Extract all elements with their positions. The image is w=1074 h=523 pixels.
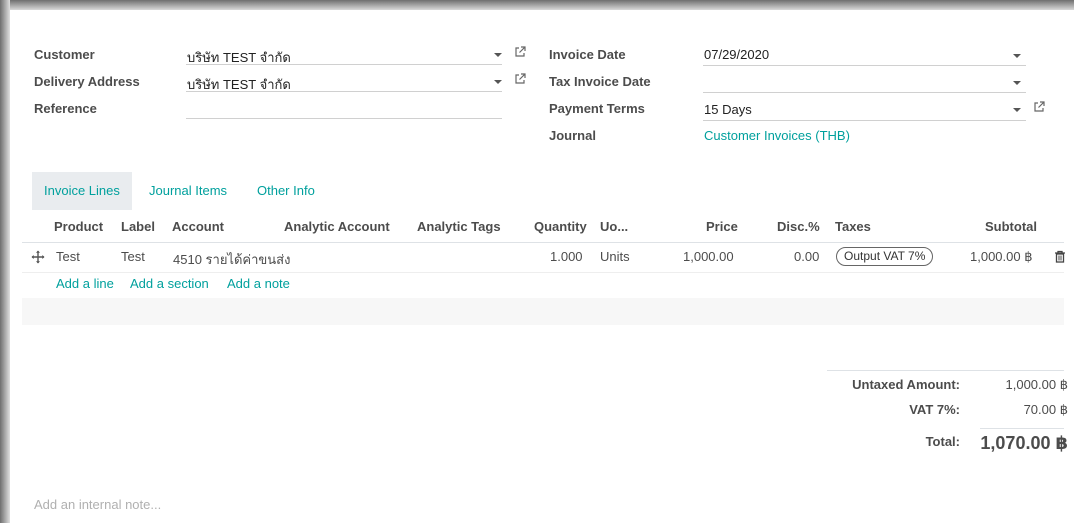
col-price[interactable]: Price [706, 219, 738, 234]
tax-badge: Output VAT 7% [836, 247, 934, 266]
customer-field-underline [186, 64, 502, 65]
window-shadow-left [0, 0, 10, 523]
payment-terms-dropdown-icon[interactable] [1013, 108, 1021, 112]
customer-dropdown-icon[interactable] [494, 53, 502, 57]
invoice-date-field[interactable]: 07/29/2020 [704, 47, 769, 62]
untaxed-amount-value: 1,000.00 ฿ [1005, 377, 1069, 392]
vat-label: VAT 7%: [909, 402, 960, 417]
empty-row [22, 298, 1064, 325]
payment-terms-field[interactable]: 15 Days [704, 102, 752, 117]
reference-label: Reference [34, 101, 97, 116]
col-product[interactable]: Product [54, 219, 103, 234]
delivery-dropdown-icon[interactable] [494, 80, 502, 84]
tab-journal-items[interactable]: Journal Items [137, 172, 239, 209]
drag-handle-icon[interactable] [31, 250, 45, 264]
invoice-lines-header: Product Label Account Analytic Account A… [22, 210, 1064, 243]
cell-product: Test [56, 249, 80, 264]
col-label[interactable]: Label [121, 219, 155, 234]
invoice-date-underline [703, 65, 1026, 66]
add-section-button[interactable]: Add a section [130, 276, 209, 291]
invoice-date-dropdown-icon[interactable] [1013, 54, 1021, 58]
total-value: 1,070.00 ฿ [980, 433, 1068, 453]
journal-link[interactable]: Customer Invoices (THB) [704, 128, 850, 143]
totals-divider [827, 370, 1064, 371]
window-shadow-top [0, 0, 1074, 10]
cell-uom: Units [600, 249, 630, 264]
col-uom[interactable]: Uo... [600, 219, 628, 234]
tax-invoice-date-underline [703, 92, 1026, 93]
cell-disc: 0.00 [794, 249, 820, 264]
total-label: Total: [925, 434, 960, 449]
total-divider [980, 428, 1064, 429]
customer-label: Customer [34, 47, 95, 62]
cell-subtotal: 1,000.00 ฿ [970, 249, 1033, 264]
tax-invoice-date-label: Tax Invoice Date [549, 74, 651, 89]
payment-terms-external-link-icon[interactable] [1033, 101, 1045, 113]
col-analytic-tags[interactable]: Analytic Tags [417, 219, 501, 234]
add-note-button[interactable]: Add a note [227, 276, 290, 291]
internal-note-input[interactable]: Add an internal note... [34, 497, 161, 512]
tab-other-info[interactable]: Other Info [245, 172, 327, 209]
tab-invoice-lines[interactable]: Invoice Lines [32, 172, 132, 210]
customer-external-link-icon[interactable] [514, 46, 526, 58]
invoice-form: Customer บริษัท TEST จำกัด Delivery Addr… [0, 0, 1074, 523]
reference-underline [186, 118, 502, 119]
delivery-external-link-icon[interactable] [514, 73, 526, 85]
table-row[interactable]: Test Test 4510 รายได้ค่าขนส่ง 1.000 Unit… [22, 243, 1066, 273]
cell-price: 1,000.00 [683, 249, 734, 264]
col-analytic-account[interactable]: Analytic Account [284, 219, 390, 234]
col-disc[interactable]: Disc.% [777, 219, 820, 234]
vat-value: 70.00 ฿ [1023, 402, 1068, 417]
col-quantity[interactable]: Quantity [534, 219, 587, 234]
cell-quantity: 1.000 [550, 249, 583, 264]
tax-invoice-date-dropdown-icon[interactable] [1013, 81, 1021, 85]
cell-account: 4510 รายได้ค่าขนส่ง [173, 252, 291, 267]
add-line-button[interactable]: Add a line [56, 276, 114, 291]
delivery-address-label: Delivery Address [34, 74, 140, 89]
untaxed-amount-label: Untaxed Amount: [852, 377, 960, 392]
journal-label: Journal [549, 128, 596, 143]
col-taxes[interactable]: Taxes [835, 219, 871, 234]
cell-label: Test [121, 249, 145, 264]
col-subtotal[interactable]: Subtotal [985, 219, 1037, 234]
col-account[interactable]: Account [172, 219, 224, 234]
payment-terms-underline [703, 120, 1026, 121]
trash-icon[interactable] [1054, 250, 1066, 263]
delivery-address-underline [186, 91, 502, 92]
invoice-date-label: Invoice Date [549, 47, 626, 62]
payment-terms-label: Payment Terms [549, 101, 645, 116]
